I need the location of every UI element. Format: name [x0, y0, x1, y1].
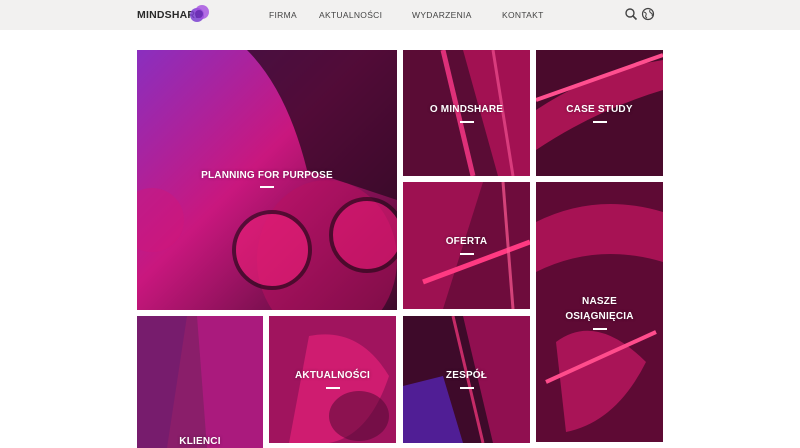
- tile-underline: [459, 387, 474, 389]
- tile-zespol[interactable]: ZESPÓŁ: [403, 316, 530, 443]
- tile-label: KLIENCI: [179, 436, 221, 447]
- search-icon[interactable]: [624, 7, 638, 21]
- tile-label: O MINDSHARE: [429, 104, 504, 115]
- tile-underline: [459, 253, 474, 255]
- tile-nasze-osiagniecia[interactable]: NASZE OSIĄGNIĘCIA: [536, 182, 663, 442]
- tile-oferta[interactable]: OFERTA: [403, 182, 530, 309]
- logo-icon[interactable]: [188, 3, 210, 25]
- nav-kontakt[interactable]: KONTAKT: [502, 10, 544, 20]
- tile-label-line-2: OSIĄGNIĘCIA: [565, 311, 634, 322]
- tile-underline: [592, 121, 607, 123]
- tile-label-line-1: NASZE: [582, 296, 617, 307]
- nav-firma[interactable]: FIRMA: [269, 10, 297, 20]
- tile-case-study[interactable]: CASE STUDY: [536, 50, 663, 176]
- tile-o-mindshare[interactable]: O MINDSHARE: [403, 50, 530, 176]
- tile-background: [137, 316, 263, 448]
- tile-planning-for-purpose[interactable]: PLANNING FOR PURPOSE: [137, 50, 397, 310]
- tile-label: ZESPÓŁ: [445, 370, 488, 381]
- tile-underline: [592, 328, 607, 330]
- nav-wydarzenia[interactable]: WYDARZENIA: [412, 10, 472, 20]
- tile-label: PLANNING FOR PURPOSE: [201, 170, 333, 181]
- tile-klienci[interactable]: KLIENCI: [137, 316, 263, 448]
- tile-label: OFERTA: [445, 236, 488, 247]
- tile-aktualnosci[interactable]: AKTUALNOŚCI: [269, 316, 396, 443]
- top-header: MINDSHARE FIRMA AKTUALNOŚCI WYDARZENIA K…: [0, 0, 800, 30]
- tile-underline: [260, 186, 274, 188]
- tile-label: CASE STUDY: [566, 104, 633, 115]
- globe-icon[interactable]: [641, 7, 655, 21]
- tile-label: AKTUALNOŚCI: [295, 370, 370, 381]
- tile-underline: [325, 387, 340, 389]
- tile-underline: [459, 121, 474, 123]
- nav-aktualnosci[interactable]: AKTUALNOŚCI: [319, 10, 382, 20]
